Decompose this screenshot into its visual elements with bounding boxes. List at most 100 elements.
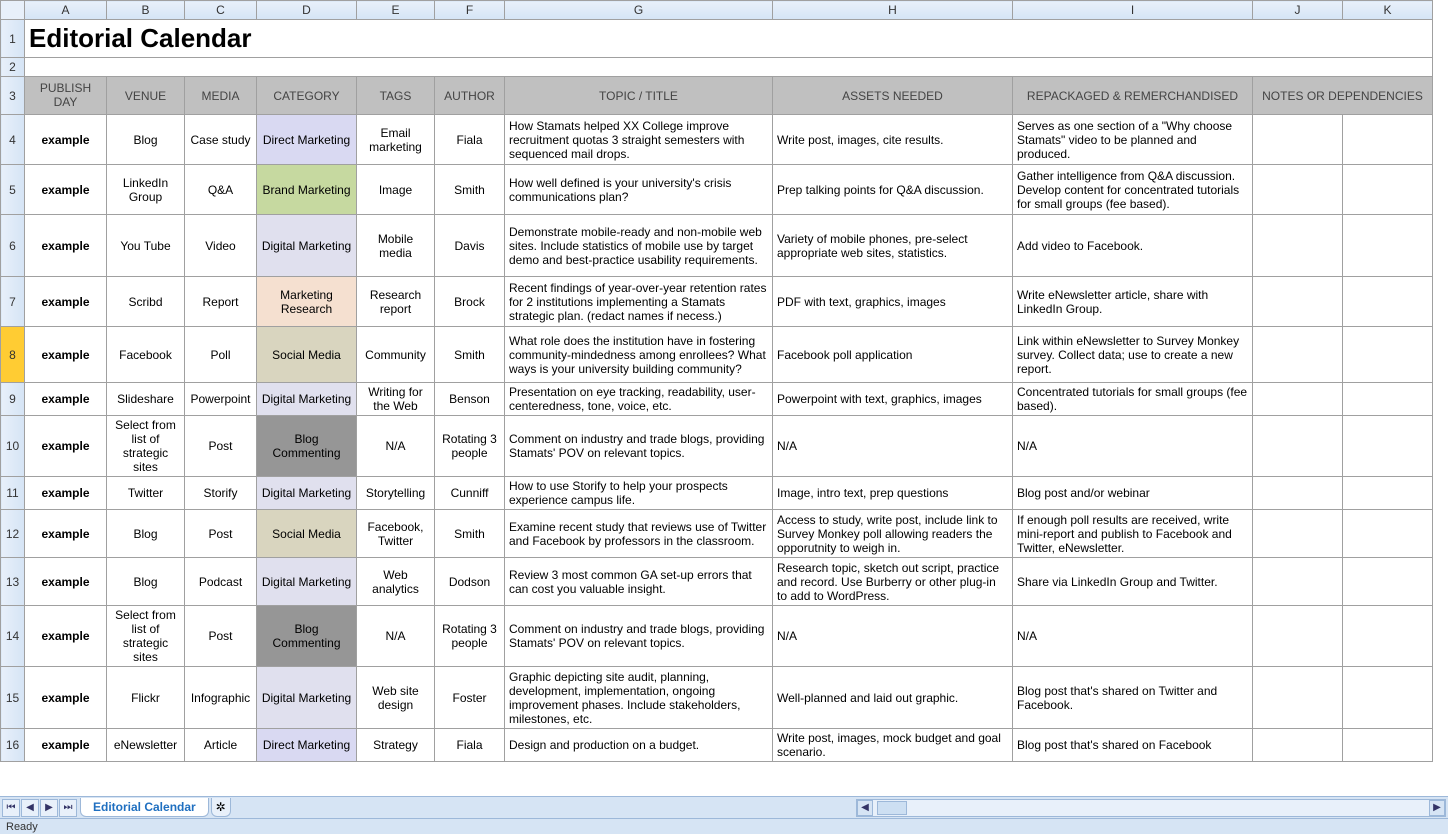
cell-publish-day[interactable]: example bbox=[25, 606, 107, 667]
cell-blank[interactable] bbox=[1343, 115, 1433, 165]
cell-category[interactable]: Blog Commenting bbox=[257, 416, 357, 477]
cell-repack[interactable]: Blog post that's shared on Twitter and F… bbox=[1013, 667, 1253, 729]
prev-sheet-button[interactable]: ◀ bbox=[21, 799, 39, 817]
cell-notes[interactable] bbox=[1253, 510, 1343, 558]
cell-tags[interactable]: N/A bbox=[357, 416, 435, 477]
cell-venue[interactable]: LinkedIn Group bbox=[107, 165, 185, 215]
last-sheet-button[interactable]: ⏭ bbox=[59, 799, 77, 817]
cell-author[interactable]: Benson bbox=[435, 383, 505, 416]
cell-repack[interactable]: Concentrated tutorials for small groups … bbox=[1013, 383, 1253, 416]
cell-assets[interactable]: Powerpoint with text, graphics, images bbox=[773, 383, 1013, 416]
header-assets[interactable]: ASSETS NEEDED bbox=[773, 77, 1013, 115]
cell-assets[interactable]: Variety of mobile phones, pre-select app… bbox=[773, 215, 1013, 277]
cell-assets[interactable]: Write post, images, mock budget and goal… bbox=[773, 729, 1013, 762]
cell-assets[interactable]: Image, intro text, prep questions bbox=[773, 477, 1013, 510]
cell-topic[interactable]: How Stamats helped XX College improve re… bbox=[505, 115, 773, 165]
cell-repack[interactable]: Blog post that's shared on Facebook bbox=[1013, 729, 1253, 762]
cell-topic[interactable]: Design and production on a budget. bbox=[505, 729, 773, 762]
cell-category[interactable]: Digital Marketing bbox=[257, 667, 357, 729]
cell-media[interactable]: Powerpoint bbox=[185, 383, 257, 416]
cell-repack[interactable]: N/A bbox=[1013, 606, 1253, 667]
cell-topic[interactable]: Review 3 most common GA set-up errors th… bbox=[505, 558, 773, 606]
cell-media[interactable]: Video bbox=[185, 215, 257, 277]
header-category[interactable]: CATEGORY bbox=[257, 77, 357, 115]
cell-topic[interactable]: What role does the institution have in f… bbox=[505, 327, 773, 383]
cell-publish-day[interactable]: example bbox=[25, 667, 107, 729]
col-header[interactable]: E bbox=[357, 1, 435, 20]
cell-media[interactable]: Storify bbox=[185, 477, 257, 510]
cell-author[interactable]: Dodson bbox=[435, 558, 505, 606]
cell-topic[interactable]: Demonstrate mobile-ready and non-mobile … bbox=[505, 215, 773, 277]
cell-category[interactable]: Direct Marketing bbox=[257, 729, 357, 762]
row-header[interactable]: 4 bbox=[1, 115, 25, 165]
col-header[interactable]: D bbox=[257, 1, 357, 20]
cell-tags[interactable]: Strategy bbox=[357, 729, 435, 762]
cell-repack[interactable]: Gather intelligence from Q&A discussion.… bbox=[1013, 165, 1253, 215]
cell-media[interactable]: Q&A bbox=[185, 165, 257, 215]
cell-publish-day[interactable]: example bbox=[25, 558, 107, 606]
cell-media[interactable]: Post bbox=[185, 606, 257, 667]
cell-category[interactable]: Digital Marketing bbox=[257, 558, 357, 606]
cell-author[interactable]: Smith bbox=[435, 165, 505, 215]
row-header[interactable]: 3 bbox=[1, 77, 25, 115]
row-header[interactable]: 10 bbox=[1, 416, 25, 477]
cell-publish-day[interactable]: example bbox=[25, 327, 107, 383]
row-header[interactable]: 12 bbox=[1, 510, 25, 558]
row-header[interactable]: 8 bbox=[1, 327, 25, 383]
cell-publish-day[interactable]: example bbox=[25, 383, 107, 416]
cell-publish-day[interactable]: example bbox=[25, 115, 107, 165]
col-header[interactable]: K bbox=[1343, 1, 1433, 20]
cell-author[interactable]: Rotating 3 people bbox=[435, 416, 505, 477]
cell-category[interactable]: Blog Commenting bbox=[257, 606, 357, 667]
cell-blank[interactable] bbox=[1343, 383, 1433, 416]
cell-repack[interactable]: Share via LinkedIn Group and Twitter. bbox=[1013, 558, 1253, 606]
cell-media[interactable]: Article bbox=[185, 729, 257, 762]
cell-topic[interactable]: How well defined is your university's cr… bbox=[505, 165, 773, 215]
cell-topic[interactable]: Recent findings of year-over-year retent… bbox=[505, 277, 773, 327]
cell-tags[interactable]: Web analytics bbox=[357, 558, 435, 606]
horizontal-scrollbar[interactable]: ◀ ▶ bbox=[856, 799, 1446, 817]
cell-author[interactable]: Fiala bbox=[435, 729, 505, 762]
cell-category[interactable]: Social Media bbox=[257, 510, 357, 558]
cell-repack[interactable]: Blog post and/or webinar bbox=[1013, 477, 1253, 510]
cell-notes[interactable] bbox=[1253, 215, 1343, 277]
cell-media[interactable]: Poll bbox=[185, 327, 257, 383]
cell-blank[interactable] bbox=[1343, 729, 1433, 762]
cell-media[interactable]: Infographic bbox=[185, 667, 257, 729]
cell-notes[interactable] bbox=[1253, 558, 1343, 606]
row-header[interactable]: 14 bbox=[1, 606, 25, 667]
cell-notes[interactable] bbox=[1253, 327, 1343, 383]
cell-tags[interactable]: Research report bbox=[357, 277, 435, 327]
cell-venue[interactable]: Blog bbox=[107, 510, 185, 558]
cell-notes[interactable] bbox=[1253, 165, 1343, 215]
cell-category[interactable]: Social Media bbox=[257, 327, 357, 383]
row-header[interactable]: 11 bbox=[1, 477, 25, 510]
cell-repack[interactable]: Write eNewsletter article, share with Li… bbox=[1013, 277, 1253, 327]
cell-blank[interactable] bbox=[1343, 606, 1433, 667]
first-sheet-button[interactable]: ⏮ bbox=[2, 799, 20, 817]
cell-venue[interactable]: Blog bbox=[107, 115, 185, 165]
cell-blank[interactable] bbox=[1343, 558, 1433, 606]
cell-tags[interactable]: Storytelling bbox=[357, 477, 435, 510]
next-sheet-button[interactable]: ▶ bbox=[40, 799, 58, 817]
cell-topic[interactable]: Comment on industry and trade blogs, pro… bbox=[505, 606, 773, 667]
cell-repack[interactable]: If enough poll results are received, wri… bbox=[1013, 510, 1253, 558]
scroll-right-button[interactable]: ▶ bbox=[1429, 800, 1445, 816]
cell-assets[interactable]: Write post, images, cite results. bbox=[773, 115, 1013, 165]
new-sheet-tab[interactable]: ✲ bbox=[211, 798, 231, 817]
cell-venue[interactable]: Select from list of strategic sites bbox=[107, 606, 185, 667]
cell-venue[interactable]: eNewsletter bbox=[107, 729, 185, 762]
cell-publish-day[interactable]: example bbox=[25, 165, 107, 215]
header-publish-day[interactable]: PUBLISH DAY bbox=[25, 77, 107, 115]
cell-category[interactable]: Digital Marketing bbox=[257, 383, 357, 416]
col-header[interactable]: H bbox=[773, 1, 1013, 20]
cell-blank[interactable] bbox=[1343, 477, 1433, 510]
cell-author[interactable]: Smith bbox=[435, 327, 505, 383]
cell-assets[interactable]: Facebook poll application bbox=[773, 327, 1013, 383]
header-venue[interactable]: VENUE bbox=[107, 77, 185, 115]
row-header[interactable]: 13 bbox=[1, 558, 25, 606]
cell-topic[interactable]: Graphic depicting site audit, planning, … bbox=[505, 667, 773, 729]
cell-topic[interactable]: How to use Storify to help your prospect… bbox=[505, 477, 773, 510]
cell[interactable] bbox=[25, 58, 1433, 77]
cell-notes[interactable] bbox=[1253, 729, 1343, 762]
